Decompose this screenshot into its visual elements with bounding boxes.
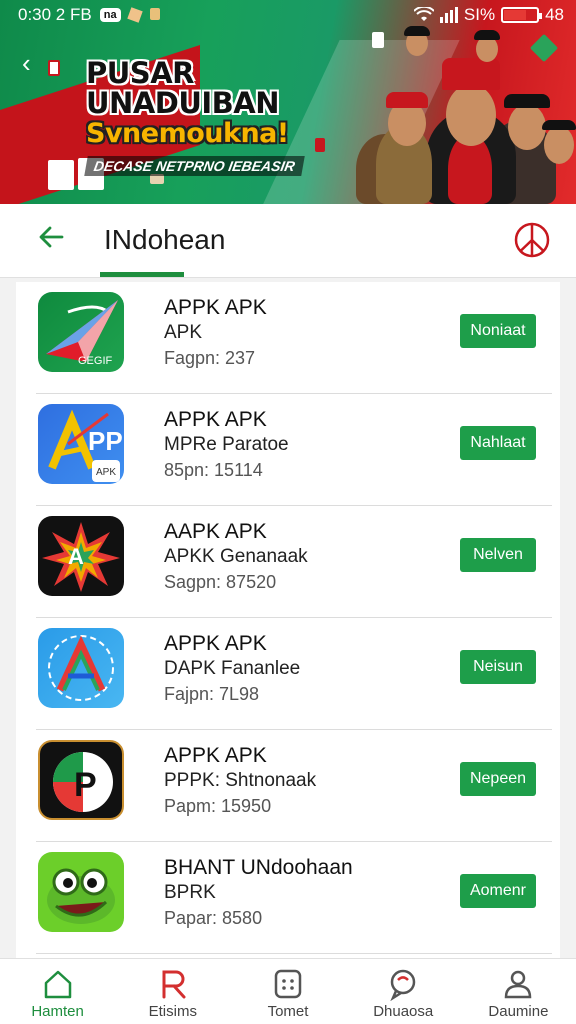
app-name: APPK APK xyxy=(164,408,267,431)
home-icon xyxy=(44,970,71,999)
app-name: APPK APK xyxy=(164,296,267,319)
frog-icon xyxy=(38,852,124,932)
app-header: INdohean xyxy=(0,204,576,278)
nav-item-tomet[interactable]: Tomet xyxy=(230,959,345,1024)
banner-people-illustration xyxy=(356,26,576,204)
download-button[interactable]: Noniaat xyxy=(460,314,536,348)
download-button[interactable]: Nahlaat xyxy=(460,426,536,460)
app-subtitle: APKK Genanaak xyxy=(164,546,308,567)
nav-label: Daumine xyxy=(488,1003,549,1020)
svg-text:P: P xyxy=(74,766,97,804)
banner-back-chevron-icon[interactable]: ‹ xyxy=(22,48,31,79)
list-item[interactable]: PP APK APPK APK MPRe Paratoe 85pn: 15114… xyxy=(36,394,552,506)
list-item[interactable]: GEGIF APPK APK APK Fagpn: 237 Noniaat xyxy=(36,282,552,394)
app-meta: Sagpn: 87520 xyxy=(164,572,277,592)
nav-label: Hamten xyxy=(31,1003,84,1020)
status-bar: 0:30 2 FB na SI% 48 xyxy=(0,0,576,30)
nav-item-etisims[interactable]: Etisims xyxy=(115,959,230,1024)
download-button[interactable]: Aomenr xyxy=(460,874,536,908)
notification-icon xyxy=(126,7,143,23)
app-a-icon: PP APK xyxy=(38,404,124,484)
app-meta: 85pn: 15114 xyxy=(164,460,263,480)
app-name: BHANT UNdoohaan xyxy=(164,856,353,879)
app-subtitle: APK xyxy=(164,322,203,343)
wifi-icon xyxy=(413,7,434,21)
confetti-piece xyxy=(48,160,74,190)
app-screen: 0:30 2 FB na SI% 48 ‹ PUSAR UNADUIBAN Sv… xyxy=(0,0,576,1024)
peace-symbol-icon[interactable] xyxy=(512,220,552,260)
nav-label: Tomet xyxy=(267,1003,309,1020)
page-title: INdohean xyxy=(104,224,226,255)
user-icon xyxy=(505,970,532,999)
list-item[interactable]: A AAPK APK APKK Genanaak Sagpn: 87520 Ne… xyxy=(36,506,552,618)
triangle-a-icon xyxy=(38,628,124,708)
nav-item-daumine[interactable]: Daumine xyxy=(461,959,576,1024)
app-name: AAPK APK xyxy=(164,520,267,543)
r-icon xyxy=(162,970,186,999)
signal-icon xyxy=(439,7,458,23)
active-tab-indicator xyxy=(100,272,184,277)
chat-icon xyxy=(390,969,416,1001)
app-subtitle: MPRe Paratoe xyxy=(164,434,289,455)
app-meta: Papar: 8580 xyxy=(164,908,263,928)
notification-badge: na xyxy=(99,8,121,22)
list-item[interactable]: BHANT UNdoohaan BPRK Papar: 8580 Aomenr xyxy=(36,842,552,954)
app-meta: Fajpn: 7L98 xyxy=(164,684,260,704)
battery-text: 48 xyxy=(545,5,564,24)
app-list: GEGIF APPK APK APK Fagpn: 237 Noniaat PP… xyxy=(16,282,560,958)
banner-headline-line3: DECASE NETPRNO IEBEASIR xyxy=(84,156,305,176)
nav-label: Dhuaosa xyxy=(373,1003,434,1020)
banner-headline-line2: Svnemoukna! xyxy=(86,118,289,149)
banner-headline: PUSAR UNADUIBAN Svnemoukna! DECASE NETPR… xyxy=(84,56,386,176)
app-name: APPK APK xyxy=(164,632,267,655)
flag-p-icon: P xyxy=(38,740,124,820)
nav-label: Etisims xyxy=(148,1003,197,1020)
battery-icon xyxy=(501,7,543,23)
list-item[interactable]: P APPK APK PPPK: Shtnonaak Papm: 15950 N… xyxy=(36,730,552,842)
download-button[interactable]: Nepeen xyxy=(460,762,536,796)
status-time: 0:30 2 FB xyxy=(18,5,92,24)
svg-text:APK: APK xyxy=(96,467,116,478)
svg-text:GEGIF: GEGIF xyxy=(78,355,113,367)
app-meta: Fagpn: 237 xyxy=(164,348,256,368)
app-subtitle: BPRK xyxy=(164,882,216,903)
star-burst-icon: A xyxy=(38,516,124,596)
download-button[interactable]: Neisun xyxy=(460,650,536,684)
app-subtitle: PPPK: Shtnonaak xyxy=(164,770,317,791)
confetti-piece xyxy=(48,60,60,76)
bottom-navigation: Hamten Etisims Tomet Dhuaosa Daumine xyxy=(0,958,576,1024)
list-item[interactable]: APPK APK DAPK Fananlee Fajpn: 7L98 Neisu… xyxy=(36,618,552,730)
banner-headline-line1: PUSAR UNADUIBAN xyxy=(86,56,280,120)
promo-banner[interactable]: 0:30 2 FB na SI% 48 ‹ PUSAR UNADUIBAN Sv… xyxy=(0,0,576,204)
app-subtitle: DAPK Fananlee xyxy=(164,658,301,679)
paper-plane-icon: GEGIF xyxy=(38,292,124,372)
svg-text:A: A xyxy=(68,544,84,569)
signal-text: SI% xyxy=(463,5,496,24)
app-meta: Papm: 15950 xyxy=(164,796,272,816)
app-name: APPK APK xyxy=(164,744,267,767)
nav-item-dhuaosa[interactable]: Dhuaosa xyxy=(346,959,461,1024)
grid-icon xyxy=(274,969,302,999)
svg-text:PP: PP xyxy=(88,426,123,456)
nav-item-home[interactable]: Hamten xyxy=(0,959,115,1024)
download-button[interactable]: Nelven xyxy=(460,538,536,572)
back-arrow-icon[interactable] xyxy=(36,222,66,252)
